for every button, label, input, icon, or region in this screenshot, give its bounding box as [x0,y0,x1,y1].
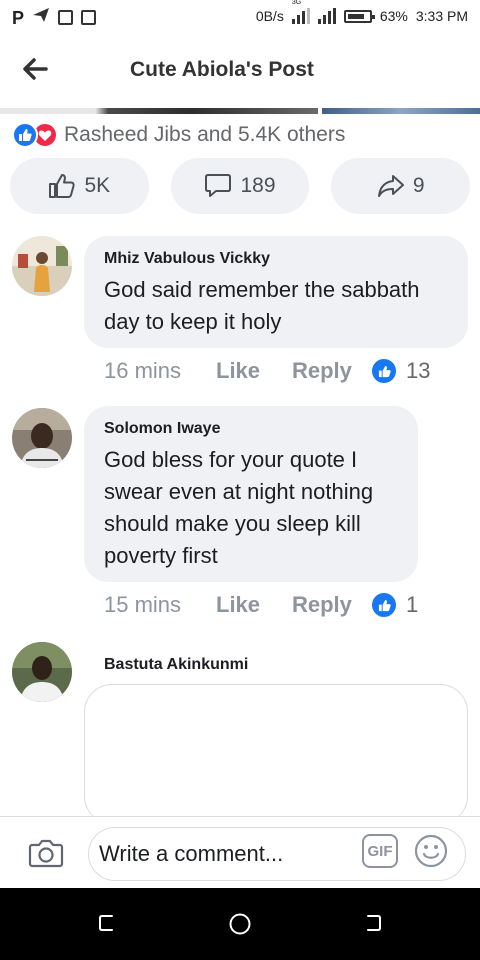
comment-bubble[interactable]: Solomon Iwaye God bless for your quote I… [84,406,418,582]
post-photo-strip[interactable] [0,106,480,116]
thumbs-up-icon [49,174,76,198]
status-left-icons: P [12,7,97,28]
comment-like-button[interactable]: Like [216,358,292,384]
comment-reaction-count[interactable]: 13 [406,358,430,384]
avatar[interactable] [12,236,72,296]
like-reaction-icon[interactable] [372,593,396,617]
comment-author[interactable]: Mhiz Vabulous Vickky [104,250,448,268]
like-count: 5K [84,174,111,197]
signal-3g-icon: 3G [291,0,310,24]
comment-meta: 16 mins Like Reply 13 [104,358,430,384]
clock: 3:33 PM [415,8,468,24]
p-icon: P [12,7,25,28]
comment-author[interactable]: Solomon Iwaye [104,420,398,438]
image-icon [58,10,74,25]
comment-reply-button[interactable]: Reply [292,592,372,618]
back-nav-button[interactable] [362,912,386,936]
comment-input[interactable] [88,827,466,881]
like-reaction-icon [12,122,38,148]
network-speed: 0B/s [255,8,284,24]
signal-icon [317,8,336,24]
comment-author[interactable]: Bastuta Akinkunmi [104,656,248,674]
share-count: 9 [412,174,425,197]
home-button[interactable] [228,912,252,936]
home-icon [229,913,251,935]
storage-icon [81,10,97,25]
send-icon [32,7,50,28]
comment-image-placeholder[interactable] [84,684,468,824]
post-actions: 5K 189 9 [10,158,471,214]
camera-icon [28,839,64,868]
comment-time[interactable]: 16 mins [104,358,216,384]
reactions-text: Rasheed Jibs and 5.4K others [64,123,346,146]
like-reaction-icon[interactable] [372,359,396,383]
battery-icon [343,9,375,23]
comment-text: God said remember the sabbath day to kee… [104,277,420,334]
status-bar: P 0B/s 3G 63% 3:33 PM [0,0,480,36]
share-icon [377,175,404,197]
recent-apps-button[interactable] [96,912,120,936]
comment-bubble[interactable]: Mhiz Vabulous Vickky God said remember t… [84,236,468,348]
back-nav-icon [367,915,381,931]
back-arrow-icon [23,58,48,80]
back-button[interactable] [18,52,52,86]
comment-icon [205,174,232,197]
reactions-summary[interactable]: Rasheed Jibs and 5.4K others [12,122,345,148]
avatar[interactable] [12,408,72,468]
comment-composer [0,816,480,888]
comment-count-button[interactable]: 189 [170,158,310,214]
share-count-button[interactable]: 9 [331,158,471,214]
recent-apps-icon [99,915,113,931]
page-header: Cute Abiola's Post [0,36,480,106]
comment-like-button[interactable]: Like [216,592,292,618]
comment-meta: 15 mins Like Reply 1 [104,592,418,618]
avatar[interactable] [12,642,72,702]
like-count-button[interactable]: 5K [10,158,149,214]
emoji-button[interactable] [414,834,448,868]
comment-reply-button[interactable]: Reply [292,358,372,384]
system-nav-bar [0,888,480,960]
page-title: Cute Abiola's Post [130,58,314,81]
camera-button[interactable] [28,835,64,871]
network-type-label: 3G [291,0,302,6]
comment-time[interactable]: 15 mins [104,592,216,618]
status-right: 0B/s 3G 63% 3:33 PM [255,0,468,24]
comment-count: 189 [240,174,276,197]
gif-button[interactable]: GIF [362,834,398,868]
battery-percent: 63% [379,8,408,24]
comment-text: God bless for your quote I swear even at… [104,447,374,568]
comment-reaction-count[interactable]: 1 [406,592,418,618]
smiley-icon [414,834,448,868]
